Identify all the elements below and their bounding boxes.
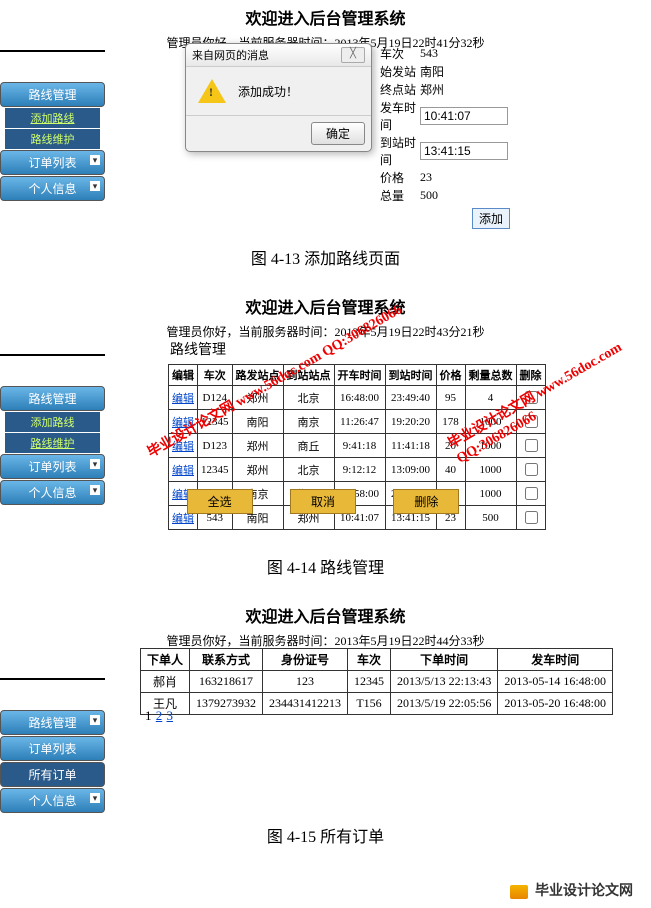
- table-row: 编辑D124郑州北京16:48:0023:49:40954: [169, 386, 546, 410]
- dialog-message: 添加成功！: [238, 83, 298, 100]
- sidebar-item-profile[interactable]: 个人信息▾: [0, 788, 105, 813]
- dialog-title-text: 来自网页的消息: [192, 47, 269, 63]
- select-all-button[interactable]: 全选: [187, 489, 253, 514]
- sidebar-top-border: [0, 678, 105, 680]
- routes-heading: 路线管理: [170, 339, 226, 359]
- edit-link[interactable]: 编辑: [169, 458, 198, 482]
- qty-label: 总量: [380, 187, 420, 204]
- bus-value: 543: [420, 46, 510, 61]
- delete-checkbox[interactable]: [516, 506, 545, 530]
- price-value: 23: [420, 170, 510, 185]
- arr-input[interactable]: [420, 142, 508, 160]
- dialog-body: 添加成功！: [186, 67, 371, 115]
- expand-icon[interactable]: ▾: [90, 485, 100, 495]
- edit-link[interactable]: 编辑: [169, 434, 198, 458]
- sidebar-top-border: [0, 50, 105, 52]
- pager: 1 2 3: [145, 708, 174, 724]
- sidebar-item-order-list[interactable]: 订单列表 ▾: [0, 150, 105, 175]
- section-add-route: 欢迎进入后台管理系统 管理员你好，当前服务器时间：2013年5月19日22时41…: [0, 5, 651, 225]
- sidebar-sub-all-orders[interactable]: 所有订单: [0, 762, 105, 787]
- dep-input[interactable]: [420, 107, 508, 125]
- delete-button[interactable]: 删除: [393, 489, 459, 514]
- sidebar-item-order-list[interactable]: 订单列表▾: [0, 454, 105, 479]
- page-title: 欢迎进入后台管理系统: [0, 5, 651, 29]
- logo-icon: [510, 885, 528, 899]
- delete-checkbox[interactable]: [516, 482, 545, 506]
- expand-icon[interactable]: ▾: [90, 181, 100, 191]
- arr-label: 到站时间: [380, 134, 420, 168]
- table-header-row: 编辑 车次 路发站点 到站站点 开车时间 到站时间 价格 剩量总数 删除: [169, 365, 546, 386]
- bus-label: 车次: [380, 45, 420, 62]
- sidebar-sub-route-maint[interactable]: 路线维护: [5, 129, 100, 149]
- sidebar-item-route-mgmt[interactable]: 路线管理: [0, 386, 105, 411]
- edit-link[interactable]: 编辑: [169, 386, 198, 410]
- page-2[interactable]: 2: [156, 708, 163, 723]
- admin-time-line: 管理员你好，当前服务器时间：2013年5月19日22时43分21秒: [0, 323, 651, 340]
- sidebar: 路线管理 添加路线 路线维护 订单列表 ▾ 个人信息 ▾: [0, 50, 105, 202]
- price-label: 价格: [380, 169, 420, 186]
- caption-4-13: 图 4-13 添加路线页面: [0, 245, 651, 269]
- page-3[interactable]: 3: [167, 708, 174, 723]
- table-row: 编辑D123郑州商丘9:41:1811:41:18201000: [169, 434, 546, 458]
- ok-button[interactable]: 确定: [311, 122, 365, 145]
- table-row: 编辑12345南阳南京11:26:4719:20:201781000: [169, 410, 546, 434]
- end-label: 终点站: [380, 81, 420, 98]
- table-row: 郝肖163218617123123452013/5/13 22:13:43201…: [141, 671, 613, 693]
- delete-checkbox[interactable]: [516, 434, 545, 458]
- add-route-form: 车次543 始发站南阳 终点站郑州 发车时间 到站时间 价格23 总量500 添…: [380, 45, 510, 230]
- qty-value: 500: [420, 188, 510, 203]
- footer-logo: 毕业设计论文网: [0, 872, 651, 908]
- caption-4-15: 图 4-15 所有订单: [0, 823, 651, 847]
- cancel-button[interactable]: 取消: [290, 489, 356, 514]
- delete-checkbox[interactable]: [516, 386, 545, 410]
- page-1[interactable]: 1: [145, 708, 152, 723]
- section-route-mgmt: 欢迎进入后台管理系统 管理员你好，当前服务器时间：2013年5月19日22时43…: [0, 294, 651, 534]
- sidebar: 路线管理▾ 订单列表 所有订单 个人信息▾: [0, 678, 105, 814]
- page-title: 欢迎进入后台管理系统: [0, 294, 651, 318]
- table-row: 编辑12345郑州北京9:12:1213:09:00401000: [169, 458, 546, 482]
- orders-table: 下单人 联系方式 身份证号 车次 下单时间 发车时间 郝肖16321861712…: [140, 648, 613, 715]
- admin-time-line: 管理员你好，当前服务器时间：2013年5月19日22时44分33秒: [0, 632, 651, 649]
- table-row: 王凡1379273932234431412213T1562013/5/19 22…: [141, 693, 613, 715]
- expand-icon[interactable]: ▾: [90, 793, 100, 803]
- sidebar-sub-route-maint[interactable]: 路线维护: [5, 433, 100, 453]
- action-button-bar: 全选 取消 删除: [168, 489, 478, 514]
- start-value: 南阳: [420, 63, 510, 80]
- section-all-orders: 欢迎进入后台管理系统 管理员你好，当前服务器时间：2013年5月19日22时44…: [0, 603, 651, 803]
- expand-icon[interactable]: ▾: [90, 155, 100, 165]
- dialog-titlebar: 来自网页的消息 ╳: [186, 44, 371, 67]
- sidebar-item-order-list[interactable]: 订单列表: [0, 736, 105, 761]
- warning-icon: [198, 79, 226, 103]
- alert-dialog: 来自网页的消息 ╳ 添加成功！ 确定: [185, 43, 372, 152]
- sidebar: 路线管理 添加路线 路线维护 订单列表▾ 个人信息▾: [0, 354, 105, 506]
- sidebar-top-border: [0, 354, 105, 356]
- sidebar-item-route-mgmt[interactable]: 路线管理▾: [0, 710, 105, 735]
- dialog-button-bar: 确定: [186, 115, 371, 151]
- caption-4-14: 图 4-14 路线管理: [0, 554, 651, 578]
- sidebar-item-profile[interactable]: 个人信息▾: [0, 480, 105, 505]
- end-value: 郑州: [420, 81, 510, 98]
- table-header-row: 下单人 联系方式 身份证号 车次 下单时间 发车时间: [141, 649, 613, 671]
- expand-icon[interactable]: ▾: [90, 715, 100, 725]
- delete-checkbox[interactable]: [516, 410, 545, 434]
- expand-icon[interactable]: ▾: [90, 459, 100, 469]
- sidebar-sub-add-route[interactable]: 添加路线: [5, 412, 100, 432]
- delete-checkbox[interactable]: [516, 458, 545, 482]
- add-button[interactable]: 添加: [472, 208, 510, 229]
- sidebar-sub-add-route[interactable]: 添加路线: [5, 108, 100, 128]
- sidebar-item-route-mgmt[interactable]: 路线管理: [0, 82, 105, 107]
- start-label: 始发站: [380, 63, 420, 80]
- sidebar-item-profile[interactable]: 个人信息 ▾: [0, 176, 105, 201]
- page-title: 欢迎进入后台管理系统: [0, 603, 651, 627]
- dep-label: 发车时间: [380, 99, 420, 133]
- edit-link[interactable]: 编辑: [169, 410, 198, 434]
- close-icon[interactable]: ╳: [341, 47, 365, 63]
